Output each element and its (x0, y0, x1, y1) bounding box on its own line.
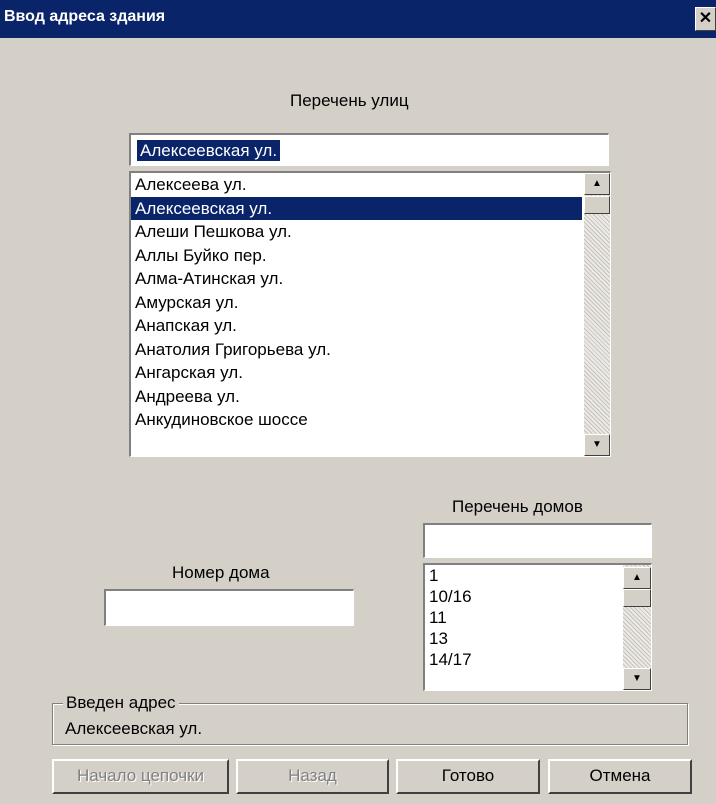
arrow-up-icon: ▲ (632, 572, 642, 583)
list-item[interactable]: 1 (425, 565, 621, 586)
house-list-items: 1 10/16 11 13 14/17 (425, 565, 621, 670)
title-bar: Ввод адреса здания (0, 0, 716, 38)
scroll-down-button[interactable]: ▼ (584, 434, 610, 456)
list-item[interactable]: 14/17 (425, 649, 621, 670)
scroll-up-button[interactable]: ▲ (584, 173, 610, 195)
house-number-input[interactable] (104, 589, 354, 626)
street-listbox[interactable]: Алексеева ул. Алексеевская ул. Алеши Пешко… (129, 171, 611, 457)
list-item[interactable]: 11 (425, 607, 621, 628)
list-item[interactable]: Алексеева ул. (131, 173, 582, 197)
house-list-label: Перечень домов (452, 497, 583, 516)
house-listbox[interactable]: 1 10/16 11 13 14/17 ▲ ▼ (423, 563, 652, 691)
street-list-label: Перечень улиц (290, 91, 409, 110)
arrow-up-icon: ▲ (592, 178, 602, 189)
cancel-button[interactable]: Отмена (548, 759, 692, 794)
entered-address-label: Введен адрес (63, 693, 179, 713)
list-item[interactable]: Андреева ул. (131, 385, 582, 409)
list-item[interactable]: 13 (425, 628, 621, 649)
list-item[interactable]: Анкудиновское шоссе (131, 408, 582, 432)
street-scrollbar[interactable]: ▲ ▼ (584, 173, 610, 456)
arrow-down-icon: ▼ (632, 673, 642, 684)
scroll-thumb[interactable] (623, 589, 651, 607)
scroll-thumb[interactable] (584, 196, 610, 214)
entered-address-value: Алексеевская ул. (65, 719, 203, 738)
house-number-label: Номер дома (172, 563, 270, 582)
street-search-input[interactable]: Алексеевская ул. (129, 133, 609, 166)
list-item[interactable]: 10/16 (425, 586, 621, 607)
close-button[interactable]: ✕ (695, 7, 716, 31)
entered-address-group: Введен адрес Алексеевская ул. (52, 693, 688, 745)
house-search-input[interactable] (423, 523, 652, 558)
done-button[interactable]: Готово (396, 759, 540, 794)
scroll-up-button[interactable]: ▲ (623, 567, 651, 589)
chain-start-button[interactable]: Начало цепочки (52, 759, 229, 794)
list-item[interactable]: Ангарская ул. (131, 361, 582, 385)
list-item[interactable]: Анатолия Григорьева ул. (131, 338, 582, 362)
list-item[interactable]: Алма-Атинская ул. (131, 267, 582, 291)
scroll-down-button[interactable]: ▼ (623, 668, 651, 690)
window-title: Ввод адреса здания (4, 8, 166, 25)
list-item[interactable]: Анапская ул. (131, 314, 582, 338)
list-item[interactable]: Амурская ул. (131, 291, 582, 315)
list-item[interactable]: Аллы Буйко пер. (131, 244, 582, 268)
house-scrollbar[interactable]: ▲ ▼ (623, 565, 651, 690)
list-item[interactable]: Алексеевская ул. (131, 196, 582, 220)
street-input-value: Алексеевская ул. (137, 140, 281, 161)
street-list-items: Алексеева ул. Алексеевская ул. Алеши Пешко… (131, 173, 582, 432)
close-icon: ✕ (698, 10, 713, 27)
list-item[interactable]: Алеши Пешкова ул. (131, 220, 582, 244)
arrow-down-icon: ▼ (592, 439, 602, 450)
back-button[interactable]: Назад (236, 759, 389, 794)
